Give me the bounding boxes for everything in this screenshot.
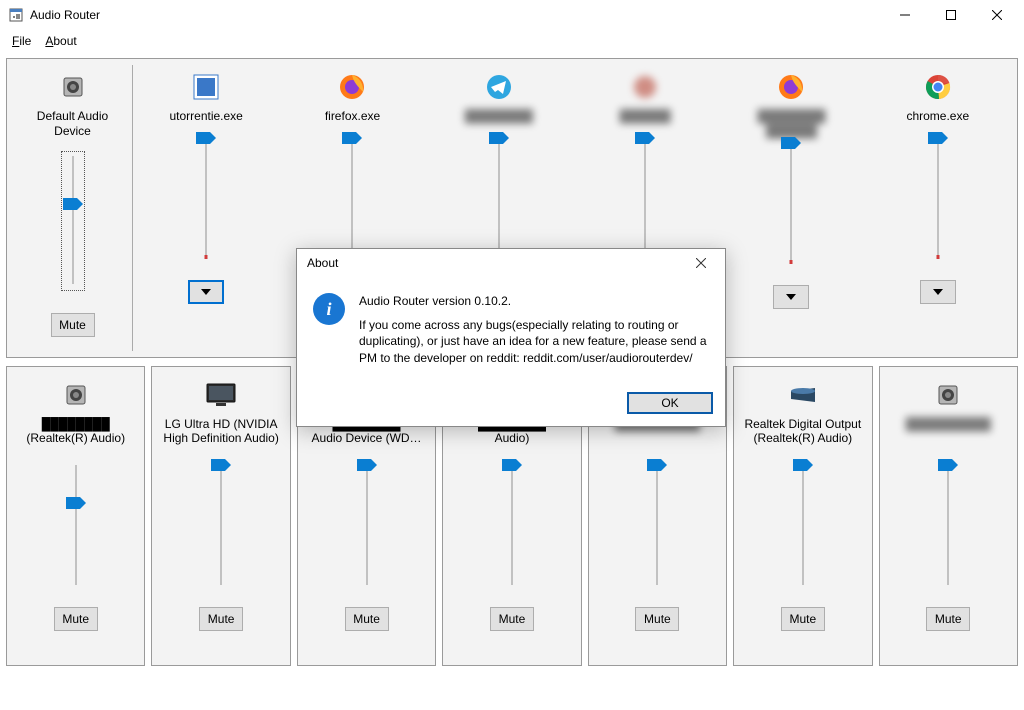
telegram-icon <box>481 69 517 105</box>
speaker-icon <box>55 69 91 105</box>
options-dropdown[interactable] <box>773 285 809 309</box>
volume-slider[interactable] <box>487 138 511 258</box>
device-volume-slider[interactable] <box>645 465 669 585</box>
device-panel-6: ██████████ Mute <box>879 366 1018 666</box>
app-column-chrome: chrome.exe <box>865 65 1011 351</box>
device-volume-slider[interactable] <box>355 465 379 585</box>
info-icon: i <box>313 293 345 325</box>
volume-slider[interactable] <box>340 138 364 258</box>
device-label: ██████████ <box>906 417 991 463</box>
app-label: ██████████████ <box>757 109 825 139</box>
options-dropdown[interactable] <box>920 280 956 304</box>
mute-button[interactable]: Mute <box>54 607 98 631</box>
maximize-button[interactable] <box>928 0 974 30</box>
default-device-label: Default Audio Device <box>19 109 126 139</box>
mute-button[interactable]: Mute <box>781 607 825 631</box>
volume-slider[interactable] <box>779 143 803 263</box>
mute-button[interactable]: Mute <box>199 607 243 631</box>
device-volume-slider[interactable] <box>64 465 88 585</box>
firefox-icon <box>773 69 809 105</box>
chrome-icon <box>920 69 956 105</box>
menu-about[interactable]: About <box>39 33 82 49</box>
about-dialog-titlebar: About <box>297 249 725 277</box>
window-title: Audio Router <box>30 8 100 22</box>
device-volume-slider[interactable] <box>791 465 815 585</box>
mute-button[interactable]: Mute <box>51 313 95 337</box>
device-panel-0: ████████ (Realtek(R) Audio) Mute <box>6 366 145 666</box>
device-volume-slider[interactable] <box>209 465 233 585</box>
device-label: ████████ (Realtek(R) Audio) <box>26 417 125 463</box>
monitor-icon <box>203 377 239 413</box>
default-volume-slider[interactable] <box>61 151 85 291</box>
app-label: ████████ <box>465 109 533 124</box>
app-label: utorrentie.exe <box>169 109 242 124</box>
speaker-icon <box>930 377 966 413</box>
app-label: ██████ <box>620 109 671 124</box>
device-volume-slider[interactable] <box>500 465 524 585</box>
about-close-button[interactable] <box>681 249 721 277</box>
titlebar: Audio Router <box>0 0 1024 30</box>
device-volume-slider[interactable] <box>936 465 960 585</box>
app-label: firefox.exe <box>325 109 380 124</box>
close-button[interactable] <box>974 0 1020 30</box>
options-dropdown[interactable] <box>188 280 224 304</box>
minimize-button[interactable] <box>882 0 928 30</box>
about-text: Audio Router version 0.10.2. If you come… <box>359 293 709 374</box>
ok-button[interactable]: OK <box>627 392 713 414</box>
firefox-icon <box>334 69 370 105</box>
device-panel-5: Realtek Digital Output (Realtek(R) Audio… <box>733 366 872 666</box>
speaker-icon <box>58 377 94 413</box>
mute-button[interactable]: Mute <box>345 607 389 631</box>
app-label: chrome.exe <box>906 109 969 124</box>
menubar: File About <box>0 30 1024 52</box>
volume-slider[interactable] <box>633 138 657 258</box>
app-icon <box>8 7 24 23</box>
about-dialog-title: About <box>307 256 338 270</box>
generic-app-icon <box>627 69 663 105</box>
about-dialog: About i Audio Router version 0.10.2. If … <box>296 248 726 427</box>
app-column-firefox2: ██████████████ <box>718 65 864 351</box>
default-device-column: Default Audio Device Mute <box>13 65 133 351</box>
volume-slider[interactable] <box>194 138 218 258</box>
mute-button[interactable]: Mute <box>635 607 679 631</box>
volume-slider[interactable] <box>926 138 950 258</box>
device-label: LG Ultra HD (NVIDIA High Definition Audi… <box>158 417 283 463</box>
device-panel-1: LG Ultra HD (NVIDIA High Definition Audi… <box>151 366 290 666</box>
mute-button[interactable]: Mute <box>926 607 970 631</box>
device-label: Realtek Digital Output (Realtek(R) Audio… <box>740 417 865 463</box>
app-column-utorrent: utorrentie.exe <box>133 65 279 351</box>
mute-button[interactable]: Mute <box>490 607 534 631</box>
utorrent-icon <box>188 69 224 105</box>
digital-output-icon <box>785 377 821 413</box>
menu-file[interactable]: File <box>6 33 37 49</box>
